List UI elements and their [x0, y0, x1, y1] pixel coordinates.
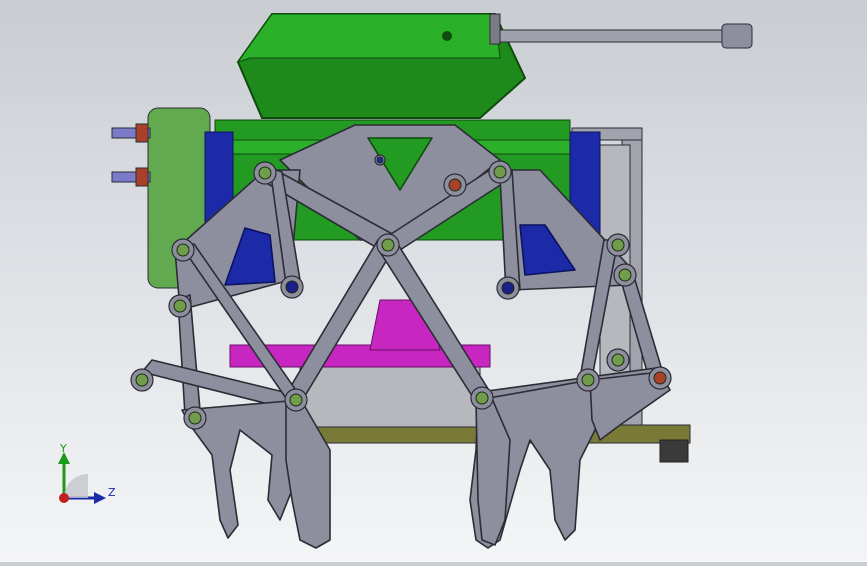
- gun-barrel: [499, 23, 753, 49]
- joint-bolt-head: [381, 238, 395, 252]
- tank-turret: [236, 13, 527, 119]
- joint-bolt-head: [501, 281, 515, 295]
- y-axis-label: Y: [59, 442, 67, 455]
- joint-bolt-head: [173, 299, 187, 313]
- joint-bolt-head: [285, 280, 299, 294]
- joint-bolt-head: [176, 243, 190, 257]
- coordinate-triad: Y Z: [50, 440, 120, 510]
- joint-bolt-head: [581, 373, 595, 387]
- joint-bolt-head: [618, 268, 632, 282]
- joint-bolt-head: [376, 156, 384, 164]
- joint-bolt-head: [135, 373, 149, 387]
- joint-bolt-head: [475, 391, 489, 405]
- cad-viewport[interactable]: Y Z: [0, 0, 867, 562]
- joint-bolt-head: [289, 393, 303, 407]
- joint-bolt-head: [188, 411, 202, 425]
- joint-bolt-head: [493, 165, 507, 179]
- joint-bolt-head: [258, 166, 272, 180]
- joint-bolt-head: [611, 353, 625, 367]
- z-axis-label: Z: [108, 486, 116, 499]
- joint-bolt-head: [653, 371, 667, 385]
- joint-bolt-head: [611, 238, 625, 252]
- joint-bolt-head: [448, 178, 462, 192]
- coordinate-triad-icon: Y Z: [58, 442, 116, 504]
- walking-robot-model[interactable]: [0, 0, 867, 562]
